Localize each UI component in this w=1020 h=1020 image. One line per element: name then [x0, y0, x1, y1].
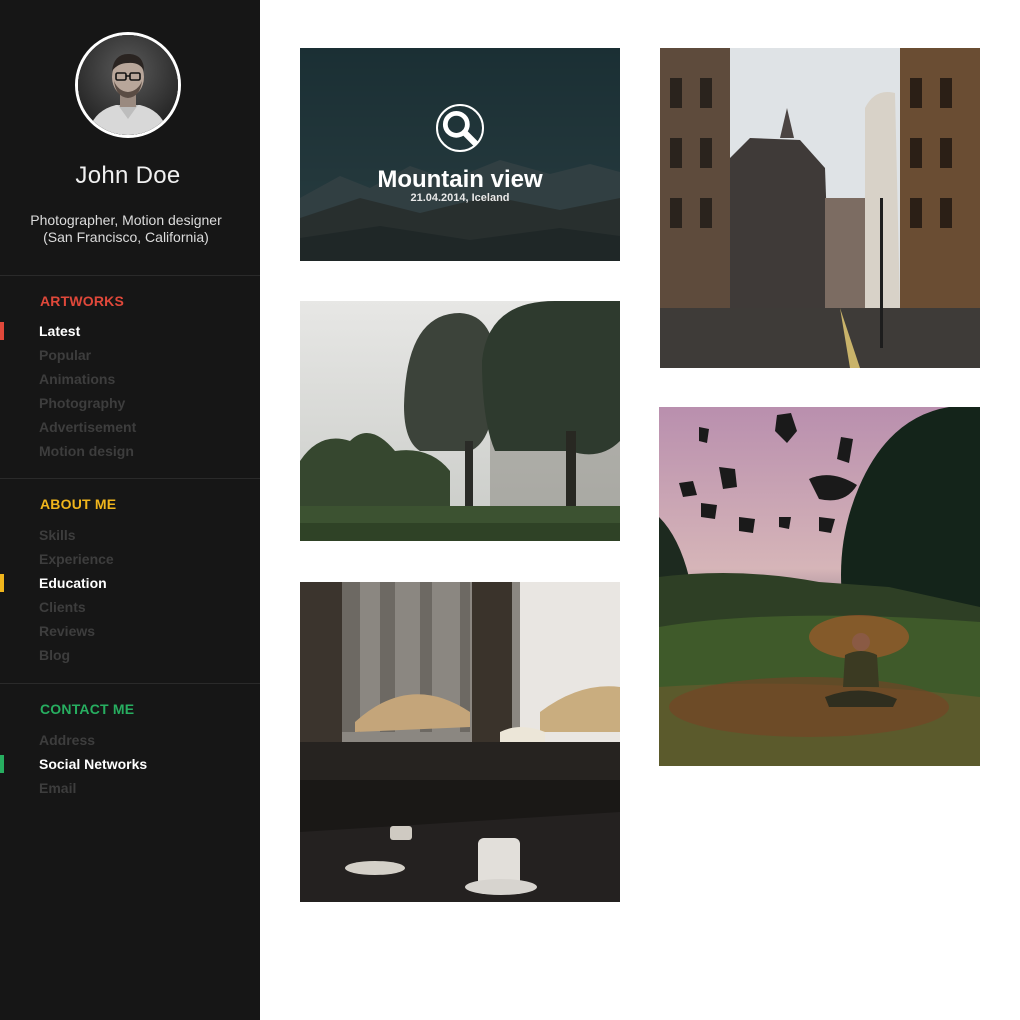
- nav-item-photography[interactable]: Photography: [0, 391, 260, 415]
- nav-item-label: Photography: [39, 395, 126, 411]
- divider: [0, 683, 260, 684]
- nav-item-label: Latest: [39, 323, 81, 339]
- nav-item-label: Reviews: [39, 623, 96, 639]
- nav-item-label: Clients: [39, 599, 86, 615]
- nav-contact: Address Social Networks Email: [0, 728, 260, 800]
- nav-item-label: Email: [39, 780, 77, 796]
- nav-item-label: Address: [39, 732, 96, 748]
- nav-item-label: Experience: [39, 551, 114, 567]
- nav-item-education[interactable]: Education: [0, 571, 260, 595]
- sidebar: John Doe Photographer, Motion designer (…: [0, 0, 260, 1020]
- nav-item-address[interactable]: Address: [0, 728, 260, 752]
- divider: [0, 275, 260, 276]
- tile-title: Mountain view: [377, 166, 543, 193]
- zoom-button[interactable]: [436, 104, 484, 152]
- nav-item-label: Education: [39, 575, 107, 591]
- avatar[interactable]: [75, 32, 181, 138]
- leaves-image: [659, 407, 980, 766]
- nav-item-label: Animations: [39, 371, 116, 387]
- nav-item-label: Blog: [39, 647, 71, 663]
- active-indicator: [0, 322, 4, 340]
- magnifier-icon: [442, 110, 478, 146]
- bio-line-2: (San Francisco, California): [43, 229, 209, 245]
- nav-artworks: Latest Popular Animations Photography Advert…: [0, 319, 260, 463]
- nav-item-advertisement[interactable]: Advertisement: [0, 415, 260, 439]
- nav-item-clients[interactable]: Clients: [0, 595, 260, 619]
- gallery-item-street[interactable]: [660, 48, 980, 368]
- nav-item-experience[interactable]: Experience: [0, 547, 260, 571]
- nav-item-label: Popular: [39, 347, 92, 363]
- nav-item-latest[interactable]: Latest: [0, 319, 260, 343]
- trees-fog-image: [300, 301, 620, 541]
- gallery-item-leaves[interactable]: [659, 407, 980, 766]
- divider: [0, 478, 260, 479]
- nav-item-animations[interactable]: Animations: [0, 367, 260, 391]
- hover-overlay: [300, 48, 620, 261]
- street-image: [660, 48, 980, 368]
- nav-item-social-networks[interactable]: Social Networks: [0, 752, 260, 776]
- profile-bio: Photographer, Motion designer (San Franc…: [0, 212, 252, 246]
- tile-subtitle: 21.04.2014, Iceland: [410, 192, 510, 204]
- profile-photo: [78, 35, 178, 135]
- profile-name: John Doe: [75, 162, 181, 189]
- section-title-artworks: ARTWORKS: [40, 293, 125, 309]
- nav-item-blog[interactable]: Blog: [0, 643, 260, 667]
- active-indicator: [0, 574, 4, 592]
- section-title-contact: CONTACT ME: [40, 701, 135, 717]
- nav-item-popular[interactable]: Popular: [0, 343, 260, 367]
- gallery-item-cafe[interactable]: [300, 582, 620, 902]
- nav-item-reviews[interactable]: Reviews: [0, 619, 260, 643]
- nav-item-label: Motion design: [39, 443, 134, 459]
- nav-item-label: Skills: [39, 527, 76, 543]
- gallery-item-trees-fog[interactable]: [300, 301, 620, 541]
- nav-item-label: Advertisement: [39, 419, 137, 435]
- active-indicator: [0, 755, 4, 773]
- nav-item-label: Social Networks: [39, 756, 148, 772]
- nav-item-email[interactable]: Email: [0, 776, 260, 800]
- nav-item-skills[interactable]: Skills: [0, 523, 260, 547]
- nav-item-motion-design[interactable]: Motion design: [0, 439, 260, 463]
- bio-line-1: Photographer, Motion designer: [30, 212, 222, 228]
- gallery-item-mountain-view[interactable]: Mountain view 21.04.2014, Iceland: [300, 48, 620, 261]
- nav-about: Skills Experience Education Clients Reviews B…: [0, 523, 260, 667]
- section-title-about: ABOUT ME: [40, 496, 117, 512]
- cafe-image: [300, 582, 620, 902]
